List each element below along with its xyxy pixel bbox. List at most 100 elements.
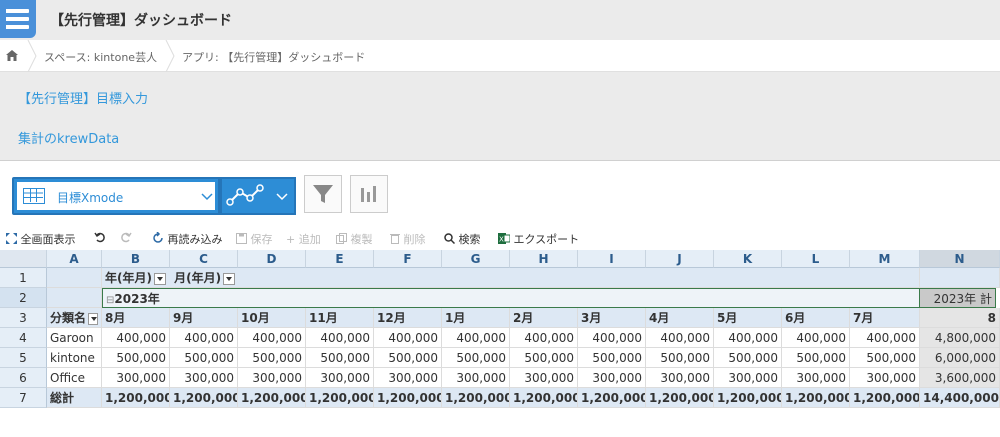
value-cell[interactable]: 400,000 [578, 328, 646, 348]
column-header[interactable]: C [170, 250, 238, 268]
row-number[interactable]: 2 [0, 288, 47, 308]
grid-cell[interactable] [47, 268, 102, 288]
category-cell[interactable]: 総計 [47, 388, 102, 408]
month-header[interactable]: 1月 [442, 308, 510, 328]
column-header[interactable]: I [578, 250, 646, 268]
value-cell[interactable]: 1,200,000 [714, 388, 782, 408]
pivot-month-field[interactable]: 月(年月) [174, 271, 236, 285]
row-number[interactable]: 7 [0, 388, 47, 408]
row-number[interactable]: 1 [0, 268, 47, 288]
value-cell[interactable]: 400,000 [102, 328, 170, 348]
column-header[interactable]: H [510, 250, 578, 268]
value-cell[interactable]: 400,000 [306, 328, 374, 348]
value-cell[interactable]: 400,000 [782, 328, 850, 348]
value-cell[interactable]: 500,000 [102, 348, 170, 368]
dropdown-icon[interactable] [153, 272, 166, 285]
value-cell[interactable]: 400,000 [850, 328, 920, 348]
category-cell[interactable]: Garoon [47, 328, 102, 348]
value-cell[interactable]: 300,000 [850, 368, 920, 388]
value-cell[interactable]: 300,000 [238, 368, 306, 388]
month-header[interactable]: 3月 [578, 308, 646, 328]
value-cell[interactable]: 300,000 [510, 368, 578, 388]
value-cell[interactable]: 500,000 [238, 348, 306, 368]
duplicate-button[interactable]: 複製 [336, 231, 373, 247]
value-cell[interactable]: 500,000 [850, 348, 920, 368]
view-select[interactable]: 目標Xmode [12, 177, 220, 215]
value-cell[interactable]: 300,000 [646, 368, 714, 388]
save-button[interactable]: 保存 [236, 231, 273, 247]
month-header[interactable]: 8月 [102, 308, 170, 328]
month-header[interactable]: 12月 [374, 308, 442, 328]
month-header[interactable]: 10月 [238, 308, 306, 328]
value-cell[interactable]: 500,000 [578, 348, 646, 368]
value-cell[interactable]: 500,000 [374, 348, 442, 368]
value-cell[interactable]: 400,000 [646, 328, 714, 348]
value-cell[interactable]: 500,000 [714, 348, 782, 368]
value-cell[interactable]: 400,000 [170, 328, 238, 348]
pivot-year-field[interactable]: 年(年月) [105, 271, 170, 285]
value-cell[interactable]: 500,000 [782, 348, 850, 368]
column-header[interactable]: J [646, 250, 714, 268]
value-cell[interactable]: 1,200,000 [306, 388, 374, 408]
column-header[interactable]: E [306, 250, 374, 268]
column-header[interactable]: L [782, 250, 850, 268]
column-header[interactable]: M [850, 250, 920, 268]
column-header[interactable]: N [920, 250, 1000, 268]
value-cell[interactable]: 300,000 [782, 368, 850, 388]
column-header[interactable]: F [374, 250, 442, 268]
grid-cell[interactable] [920, 268, 1000, 288]
value-cell[interactable]: 1,200,000 [578, 388, 646, 408]
value-cell[interactable]: 300,000 [714, 368, 782, 388]
value-cell[interactable]: 1,200,000 [102, 388, 170, 408]
row-number[interactable]: 5 [0, 348, 47, 368]
year-group-header[interactable]: ⊟2023年 [102, 288, 920, 308]
undo-button[interactable] [94, 231, 106, 246]
value-cell[interactable]: 300,000 [306, 368, 374, 388]
total-cell[interactable]: 14,400,000 [920, 388, 1000, 408]
total-cell[interactable]: 3,600,000 [920, 368, 1000, 388]
filter-button[interactable] [304, 175, 342, 213]
category-cell[interactable]: Office [47, 368, 102, 388]
export-button[interactable]: X エクスポート [498, 231, 579, 247]
category-header[interactable]: 分類名 [47, 308, 102, 328]
column-header[interactable]: G [442, 250, 510, 268]
krew-data-link[interactable]: 集計のkrewData [18, 128, 119, 147]
row-number[interactable]: 3 [0, 308, 47, 328]
dropdown-icon[interactable] [88, 312, 99, 325]
grid-corner[interactable] [0, 250, 47, 268]
home-icon[interactable] [6, 50, 18, 61]
value-cell[interactable]: 1,200,000 [646, 388, 714, 408]
value-cell[interactable]: 300,000 [170, 368, 238, 388]
year-total-column[interactable]: 8 [920, 308, 1000, 328]
app-list-icon[interactable] [0, 0, 36, 38]
value-cell[interactable]: 1,200,000 [238, 388, 306, 408]
value-cell[interactable]: 300,000 [442, 368, 510, 388]
value-cell[interactable]: 400,000 [238, 328, 306, 348]
total-cell[interactable]: 4,800,000 [920, 328, 1000, 348]
month-header[interactable]: 9月 [170, 308, 238, 328]
chart-type-button[interactable] [220, 177, 296, 215]
search-button[interactable]: 検索 [444, 231, 481, 247]
add-button[interactable]: + 追加 [286, 231, 321, 247]
month-header[interactable]: 4月 [646, 308, 714, 328]
value-cell[interactable]: 1,200,000 [782, 388, 850, 408]
column-header[interactable]: B [102, 250, 170, 268]
total-cell[interactable]: 6,000,000 [920, 348, 1000, 368]
month-header[interactable]: 2月 [510, 308, 578, 328]
chart-button[interactable] [350, 175, 388, 213]
value-cell[interactable]: 1,200,000 [510, 388, 578, 408]
breadcrumb-app-link[interactable]: アプリ: 【先行管理】ダッシュボード [182, 49, 365, 65]
fullscreen-button[interactable]: 全画面表示 [6, 231, 76, 247]
grid-cell[interactable] [47, 288, 102, 308]
row-number[interactable]: 6 [0, 368, 47, 388]
column-header[interactable]: K [714, 250, 782, 268]
value-cell[interactable]: 400,000 [714, 328, 782, 348]
value-cell[interactable]: 300,000 [102, 368, 170, 388]
value-cell[interactable]: 300,000 [374, 368, 442, 388]
value-cell[interactable]: 400,000 [374, 328, 442, 348]
dropdown-icon[interactable] [223, 272, 236, 285]
reload-button[interactable]: 再読み込み [152, 231, 223, 247]
value-cell[interactable]: 500,000 [442, 348, 510, 368]
month-header[interactable]: 6月 [782, 308, 850, 328]
value-cell[interactable]: 1,200,000 [374, 388, 442, 408]
